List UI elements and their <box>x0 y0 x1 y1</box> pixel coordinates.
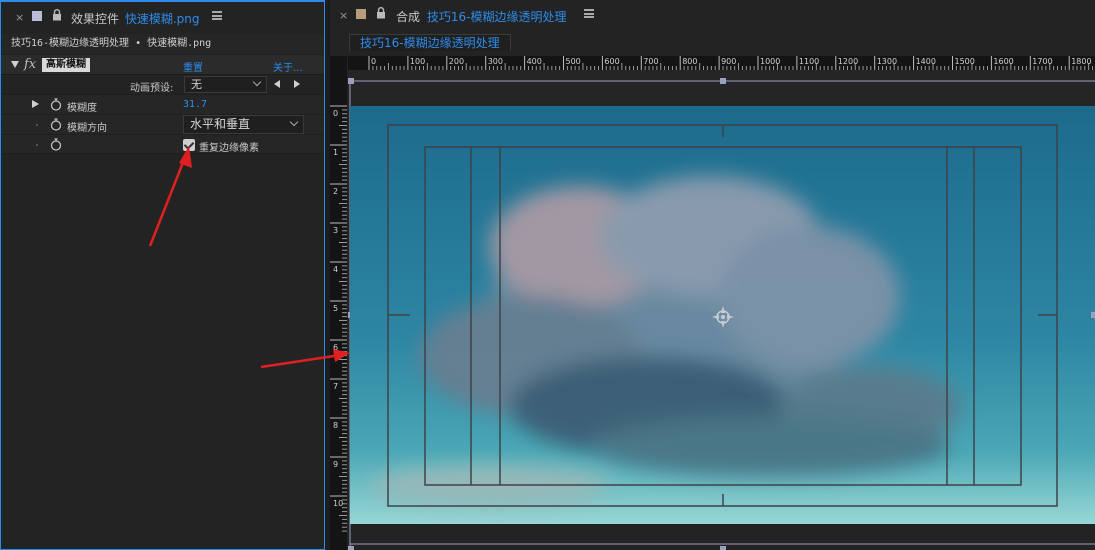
anchor-point-icon[interactable] <box>711 305 735 329</box>
ruler-label: 1200 <box>838 57 858 66</box>
layer-handle[interactable] <box>720 78 726 84</box>
composition-name: 技巧16-模糊边缘透明处理 <box>426 10 567 24</box>
right-edge-handles <box>1091 312 1095 318</box>
panel-menu-icon[interactable] <box>584 9 594 18</box>
stopwatch-icon[interactable] <box>50 118 62 131</box>
ruler-label: 9 <box>333 460 338 469</box>
ruler-label: 1100 <box>799 57 819 66</box>
ruler-label: 800 <box>682 57 697 66</box>
animation-preset-dropdown[interactable]: 无 <box>184 76 267 93</box>
layer-handle[interactable] <box>348 78 354 84</box>
ruler-label: 0 <box>371 57 376 66</box>
param-label-blurriness: 模糊度 <box>67 103 97 114</box>
param-row-blur-direction: 模糊方向 水平和垂直 <box>1 114 324 134</box>
repeat-edge-pixels-label: 重复边缘像素 <box>199 143 259 154</box>
ruler-label: 900 <box>721 57 736 66</box>
viewer-bottom-pasteboard <box>348 524 1095 550</box>
about-link[interactable]: 关于... <box>273 59 303 74</box>
animation-preset-label: 动画预设: <box>130 83 174 94</box>
close-tab-icon[interactable]: × <box>15 11 24 24</box>
vertical-ruler-ticks: 0 1 2 3 4 5 6 7 8 9 10 <box>330 105 347 532</box>
panel-color-icon <box>356 9 366 19</box>
chevron-down-icon <box>289 117 299 127</box>
panel-color-icon <box>32 11 42 21</box>
stopwatch-icon[interactable] <box>50 98 62 111</box>
ruler-label: 1600 <box>993 57 1013 66</box>
ruler-label: 5 <box>333 304 338 313</box>
param-row-repeat-edge: 重复边缘像素 <box>1 134 324 154</box>
ruler-label: 400 <box>527 57 542 66</box>
collapse-triangle-icon[interactable] <box>11 61 19 68</box>
ruler-label: 500 <box>566 57 581 66</box>
row-dot <box>36 144 38 146</box>
ruler-label: 100 <box>410 57 425 66</box>
stopwatch-icon[interactable] <box>50 138 62 151</box>
composition-panel: × 合成 技巧16-模糊边缘透明处理 技巧16-模糊边缘透明处理 0 100 200… <box>330 0 1095 550</box>
ruler-label: 10 <box>333 499 343 508</box>
blur-direction-dropdown[interactable]: 水平和垂直 <box>183 115 304 134</box>
ruler-label: 700 <box>643 57 658 66</box>
animation-preset-value: 无 <box>191 78 202 91</box>
ruler-label: 600 <box>604 57 619 66</box>
effect-row-gaussian-blur[interactable]: fx 高斯模糊 重置 关于... <box>1 55 324 75</box>
tab-label-text: 效果控件 <box>71 12 120 26</box>
ruler-label: 1 <box>333 148 338 157</box>
ruler-label: 2 <box>333 187 338 196</box>
ruler-label: 1800 <box>1071 57 1091 66</box>
composition-tab-label[interactable]: 合成 技巧16-模糊边缘透明处理 <box>396 8 566 25</box>
ruler-label: 1400 <box>916 57 936 66</box>
animation-preset-row: 动画预设: 无 <box>1 75 324 95</box>
ruler-label: 1000 <box>760 57 780 66</box>
param-row-blurriness: 模糊度 31.7 <box>1 94 324 114</box>
tab-label-text: 合成 <box>396 10 421 24</box>
reset-link[interactable]: 重置 <box>183 59 203 74</box>
effect-controls-tab-bar: × 效果控件 快速模糊.png <box>1 2 324 32</box>
repeat-edge-pixels-checkbox[interactable] <box>183 139 195 151</box>
panel-menu-icon[interactable] <box>212 11 222 20</box>
composition-viewer-tab[interactable]: 技巧16-模糊边缘透明处理 <box>349 34 511 51</box>
ruler-label: 8 <box>333 421 338 430</box>
blur-direction-value: 水平和垂直 <box>190 117 251 131</box>
ruler-label: 300 <box>488 57 503 66</box>
breadcrumb: 技巧16-模糊边缘透明处理 • 快速模糊.png <box>1 34 324 54</box>
horizontal-ruler: 0 100 200 300 400 500 600 700 800 900 1000 1100 1200… <box>348 56 1095 70</box>
ruler-label: 1700 <box>1032 57 1052 66</box>
horizontal-ruler-ticks: 0 100 200 300 400 500 600 700 800 900 1000 1100 1200… <box>368 56 1094 70</box>
row-dot <box>36 124 38 126</box>
ruler-label: 6 <box>333 343 338 352</box>
tab-file-name: 快速模糊.png <box>124 12 200 26</box>
ruler-label: 4 <box>333 265 338 274</box>
close-tab-icon[interactable]: × <box>339 9 348 22</box>
ruler-label: 3 <box>333 226 338 235</box>
next-preset-icon[interactable] <box>294 80 300 88</box>
expand-triangle-icon[interactable] <box>32 100 39 108</box>
ruler-label: 1300 <box>877 57 897 66</box>
ruler-label: 7 <box>333 382 338 391</box>
bottom-bounding-line <box>348 524 1095 550</box>
chevron-down-icon <box>252 77 262 87</box>
ruler-label: 1500 <box>955 57 975 66</box>
fx-toggle-icon[interactable]: fx <box>24 57 36 72</box>
effect-controls-panel: × 效果控件 快速模糊.png 技巧16-模糊边缘透明处理 • 快速模糊.png… <box>0 0 325 550</box>
blurred-sky-image <box>350 106 1095 526</box>
ruler-label: 200 <box>449 57 464 66</box>
previous-preset-icon[interactable] <box>274 80 280 88</box>
lock-icon[interactable] <box>376 7 386 19</box>
vertical-ruler: 0 1 2 3 4 5 6 7 8 9 10 <box>330 56 347 550</box>
effect-name[interactable]: 高斯模糊 <box>42 58 90 72</box>
effect-controls-tab-label[interactable]: 效果控件 快速模糊.png <box>71 10 200 27</box>
param-label-blur-direction: 模糊方向 <box>67 123 107 134</box>
ruler-label: 0 <box>333 109 338 118</box>
composition-viewer[interactable] <box>348 70 1095 550</box>
lock-icon[interactable] <box>52 9 62 21</box>
blurriness-value[interactable]: 31.7 <box>183 99 207 110</box>
